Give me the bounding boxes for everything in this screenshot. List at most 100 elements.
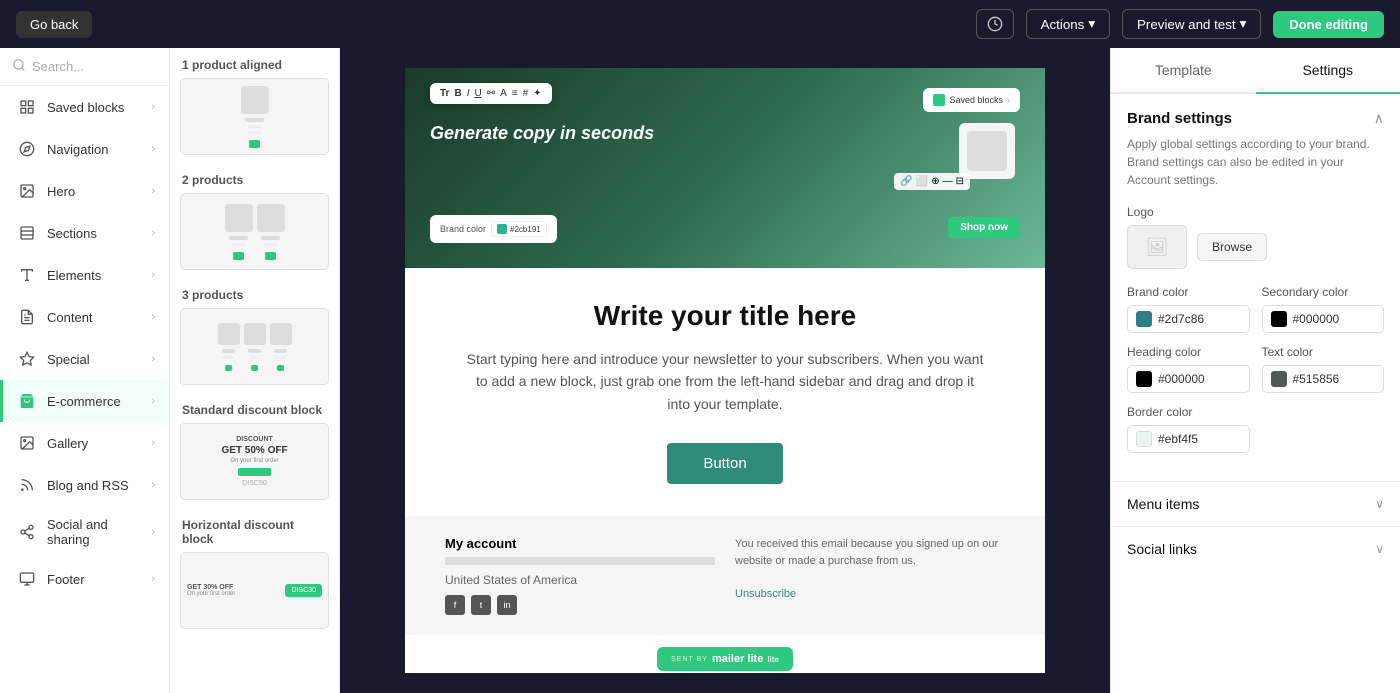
share-icon — [17, 522, 37, 542]
secondary-color-swatch — [1271, 311, 1287, 327]
border-color-input[interactable]: #ebf4f5 — [1127, 425, 1250, 453]
border-color-group: Border color #ebf4f5 — [1127, 405, 1250, 453]
sidebar-item-label: Elements — [47, 268, 141, 283]
block-item-discount-horizontal[interactable]: GET 30% OFF On your first order DISC30 — [180, 552, 329, 629]
block-item-discount-standard[interactable]: DISCOUNT GET 50% OFF On your first order… — [180, 423, 329, 500]
brand-color-group: Brand color #2d7c86 — [1127, 285, 1250, 333]
logo-row: 🖼 Browse — [1127, 225, 1384, 269]
email-cta-button[interactable]: Button — [667, 443, 782, 484]
grid-icon — [17, 97, 37, 117]
sidebar-item-social-sharing[interactable]: Social and sharing › — [0, 506, 169, 558]
email-preview[interactable]: Tr B I U ⚯ A ≡ # ✦ Generate copy in seco… — [340, 48, 1110, 693]
block-item-1-product[interactable] — [180, 78, 329, 155]
sidebar-item-elements[interactable]: Elements › — [0, 254, 169, 296]
left-sidebar: Search... Saved blocks › Navigation › He… — [0, 48, 170, 693]
shop-now-button[interactable]: Shop now — [948, 217, 1020, 238]
sidebar-item-label: Navigation — [47, 142, 141, 157]
saved-blocks-card: Saved blocks › — [923, 88, 1020, 112]
sidebar-item-saved-blocks[interactable]: Saved blocks › — [0, 86, 169, 128]
preview-label: Preview and test — [1137, 17, 1236, 32]
block-thumbnail-discount-horizontal: GET 30% OFF On your first order DISC30 — [181, 553, 328, 628]
actions-button[interactable]: Actions ▾ — [1026, 9, 1110, 39]
twitter-icon[interactable]: t — [471, 595, 491, 615]
logo-placeholder: 🖼 — [1127, 225, 1187, 269]
sidebar-item-content[interactable]: Content › — [0, 296, 169, 338]
done-editing-button[interactable]: Done editing — [1273, 11, 1384, 38]
search-placeholder: Search... — [32, 59, 84, 74]
logo-label: Logo — [1127, 205, 1384, 219]
blocks-panel: 1 product aligned 2 products — [170, 48, 340, 693]
right-tabs: Template Settings — [1111, 48, 1400, 94]
sidebar-item-blog-rss[interactable]: Blog and RSS › — [0, 464, 169, 506]
email-body: Write your title here Start typing here … — [405, 268, 1045, 516]
sidebar-item-ecommerce[interactable]: E-commerce › — [0, 380, 169, 422]
email-title[interactable]: Write your title here — [465, 300, 985, 332]
preview-chevron-icon: ▾ — [1240, 16, 1247, 32]
badge-brand: mailer lite — [712, 653, 763, 665]
email-description[interactable]: Start typing here and introduce your new… — [465, 348, 985, 415]
sidebar-item-hero[interactable]: Hero › — [0, 170, 169, 212]
heading-color-label: Heading color — [1127, 345, 1250, 359]
chevron-right-icon: › — [151, 395, 155, 407]
sidebar-item-label: Footer — [47, 572, 141, 587]
text-color-input[interactable]: #515856 — [1262, 365, 1385, 393]
email-wrapper: Tr B I U ⚯ A ≡ # ✦ Generate copy in seco… — [405, 68, 1045, 673]
color-row-2: Heading color #000000 Text color #515856 — [1127, 345, 1384, 393]
footer-country: United States of America — [445, 573, 715, 587]
brand-settings-title: Brand settings — [1127, 110, 1232, 127]
facebook-icon[interactable]: f — [445, 595, 465, 615]
preview-button[interactable]: Preview and test ▾ — [1122, 9, 1261, 39]
text-color-swatch — [1271, 371, 1287, 387]
search-box[interactable]: Search... — [0, 48, 169, 86]
tab-settings[interactable]: Settings — [1256, 48, 1400, 94]
secondary-color-input[interactable]: #000000 — [1262, 305, 1385, 333]
file-text-icon — [17, 307, 37, 327]
sidebar-item-footer[interactable]: Footer › — [0, 558, 169, 600]
footer-right: You received this email because you sign… — [735, 536, 1005, 615]
brand-settings-section: Brand settings ∧ Apply global settings a… — [1111, 94, 1400, 481]
sidebar-item-sections[interactable]: Sections › — [0, 212, 169, 254]
sidebar-item-label: E-commerce — [47, 394, 141, 409]
heading-color-input[interactable]: #000000 — [1127, 365, 1250, 393]
collapse-icon[interactable]: ∧ — [1374, 110, 1384, 127]
block-item-3-products[interactable] — [180, 308, 329, 385]
sidebar-item-gallery[interactable]: Gallery › — [0, 422, 169, 464]
actions-label: Actions — [1041, 17, 1085, 32]
sidebar-item-special[interactable]: Special › — [0, 338, 169, 380]
heading-color-group: Heading color #000000 — [1127, 345, 1250, 393]
gallery-icon — [17, 433, 37, 453]
brand-color-swatch — [497, 224, 507, 234]
chevron-right-icon: › — [151, 573, 155, 585]
sidebar-item-label: Special — [47, 352, 141, 367]
go-back-button[interactable]: Go back — [16, 11, 92, 38]
social-links-row[interactable]: Social links ∨ — [1111, 526, 1400, 571]
block-group-title: 2 products — [170, 163, 339, 193]
color-row-1: Brand color #2d7c86 Secondary color #000… — [1127, 285, 1384, 333]
social-links-label: Social links — [1127, 541, 1197, 557]
browse-button[interactable]: Browse — [1197, 233, 1267, 261]
sidebar-item-label: Blog and RSS — [47, 478, 141, 493]
layout-icon — [17, 223, 37, 243]
chevron-down-icon: ∨ — [1375, 542, 1384, 556]
chevron-right-icon: › — [151, 311, 155, 323]
section-header: Brand settings ∧ — [1127, 110, 1384, 127]
brand-color-value: #2d7c86 — [1158, 312, 1204, 326]
history-button[interactable] — [976, 9, 1014, 39]
instagram-icon[interactable]: in — [497, 595, 517, 615]
menu-items-row[interactable]: Menu items ∨ — [1111, 481, 1400, 526]
sidebar-item-label: Social and sharing — [47, 517, 141, 547]
chevron-right-icon: › — [151, 101, 155, 113]
block-thumbnail-3-products — [181, 309, 328, 384]
type-icon — [17, 265, 37, 285]
footer-address-placeholder — [445, 557, 715, 565]
sidebar-item-label: Gallery — [47, 436, 141, 451]
sidebar-item-label: Content — [47, 310, 141, 325]
block-thumbnail-1-product — [181, 79, 328, 154]
brand-color-input[interactable]: #2d7c86 — [1127, 305, 1250, 333]
tab-template[interactable]: Template — [1111, 48, 1256, 92]
block-item-2-products[interactable] — [180, 193, 329, 270]
chevron-right-icon: › — [151, 353, 155, 365]
sidebar-item-navigation[interactable]: Navigation › — [0, 128, 169, 170]
block-group-title: 1 product aligned — [170, 48, 339, 78]
unsubscribe-link[interactable]: Unsubscribe — [735, 588, 796, 600]
